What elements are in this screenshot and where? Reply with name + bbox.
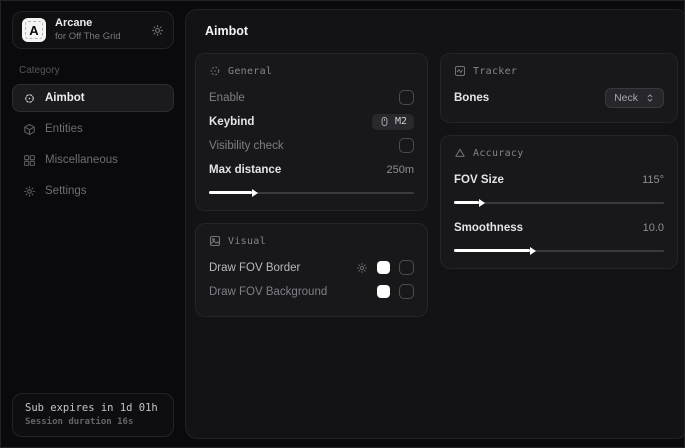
sidebar-item-miscellaneous[interactable]: Miscellaneous [12,146,174,174]
bones-select[interactable]: Neck [605,88,664,108]
bones-row: Bones Neck [454,86,664,109]
chevrons-up-down-icon [645,93,655,103]
sub-expiry-text: Sub expires in 1d 01h [25,402,161,414]
sidebar: A Arcane for Off The Grid Category Aimbo… [1,1,185,447]
general-card-title: General [228,66,272,77]
fov-border-controls [356,260,414,275]
accuracy-card-title: Accuracy [473,148,524,159]
fov-border-label: Draw FOV Border [209,262,300,274]
brand-name: Arcane [55,17,142,31]
keybind-button[interactable]: M2 [372,114,414,130]
fov-size-row: FOV Size 115° [454,168,664,191]
keybind-row: Keybind M2 [209,110,414,133]
sidebar-item-label: Miscellaneous [45,154,118,166]
right-column: Tracker Bones Neck [440,53,678,281]
accuracy-card: Accuracy FOV Size 115° Smoothness 10.0 [440,135,678,269]
fov-background-color-swatch[interactable] [377,285,390,298]
fov-background-label: Draw FOV Background [209,286,327,298]
max-distance-value: 250m [386,164,414,176]
tracker-card-header: Tracker [454,65,664,77]
smoothness-value: 10.0 [643,222,664,234]
sidebar-item-aimbot[interactable]: Aimbot [12,84,174,112]
keybind-value: M2 [395,116,407,127]
enable-label: Enable [209,92,245,104]
brand-logo-letter: A [29,23,38,38]
sidebar-item-settings[interactable]: Settings [12,177,174,205]
app-window: A Arcane for Off The Grid Category Aimbo… [0,0,685,448]
fov-border-gear-icon[interactable] [356,262,368,274]
brand-logo: A [22,18,46,42]
fov-size-value: 115° [642,174,664,186]
fov-background-row: Draw FOV Background [209,280,414,303]
content-columns: General Enable Keybind [195,53,678,329]
slider-fill[interactable] [209,191,252,194]
visual-card-title: Visual [228,236,266,247]
main-panel: Aimbot General Enable [185,9,685,439]
sidebar-item-label: Aimbot [45,92,85,104]
fov-border-color-swatch[interactable] [377,261,390,274]
keybind-label: Keybind [209,116,254,128]
fov-border-checkbox[interactable] [399,260,414,275]
slider-track [454,202,664,204]
gear-icon [23,185,36,198]
accuracy-card-header: Accuracy [454,147,664,159]
sidebar-item-label: Entities [45,123,83,135]
activity-icon [454,65,466,77]
bones-selected-value: Neck [614,92,638,104]
fov-background-controls [377,284,414,299]
mouse-icon [379,116,390,127]
brand-text: Arcane for Off The Grid [55,17,142,43]
enable-row: Enable [209,86,414,109]
sidebar-spacer [12,208,174,393]
bones-label: Bones [454,92,489,104]
grid-icon [23,154,36,167]
tracker-card-title: Tracker [473,66,517,77]
fov-size-label: FOV Size [454,174,504,186]
enable-checkbox[interactable] [399,90,414,105]
subscription-card: Sub expires in 1d 01h Session duration 1… [12,393,174,437]
visibility-check-label: Visibility check [209,140,284,152]
visual-card: Visual Draw FOV Border [195,223,428,317]
max-distance-label: Max distance [209,164,281,176]
fov-border-row: Draw FOV Border [209,256,414,279]
max-distance-slider[interactable] [209,188,414,197]
sidebar-item-label: Settings [45,185,87,197]
general-card-header: General [209,65,414,77]
left-column: General Enable Keybind [195,53,428,329]
visibility-checkbox[interactable] [399,138,414,153]
triangle-icon [454,147,466,159]
page-title: Aimbot [205,24,668,38]
fov-size-slider[interactable] [454,198,664,207]
smoothness-slider[interactable] [454,246,664,255]
brand-card: A Arcane for Off The Grid [12,11,174,49]
slider-fill[interactable] [454,201,479,204]
visual-card-header: Visual [209,235,414,247]
visibility-check-row: Visibility check [209,134,414,157]
smoothness-label: Smoothness [454,222,523,234]
crosshair-icon [23,92,36,105]
general-card: General Enable Keybind [195,53,428,211]
smoothness-row: Smoothness 10.0 [454,216,664,239]
slider-fill[interactable] [454,249,530,252]
fov-background-checkbox[interactable] [399,284,414,299]
scan-icon [209,65,221,77]
entities-icon [23,123,36,136]
session-duration-text: Session duration 16s [25,417,161,427]
brand-settings-icon[interactable] [151,24,164,37]
image-icon [209,235,221,247]
brand-subtitle: for Off The Grid [55,31,142,43]
tracker-card: Tracker Bones Neck [440,53,678,123]
sidebar-item-entities[interactable]: Entities [12,115,174,143]
category-label: Category [19,65,167,76]
max-distance-row: Max distance 250m [209,158,414,181]
